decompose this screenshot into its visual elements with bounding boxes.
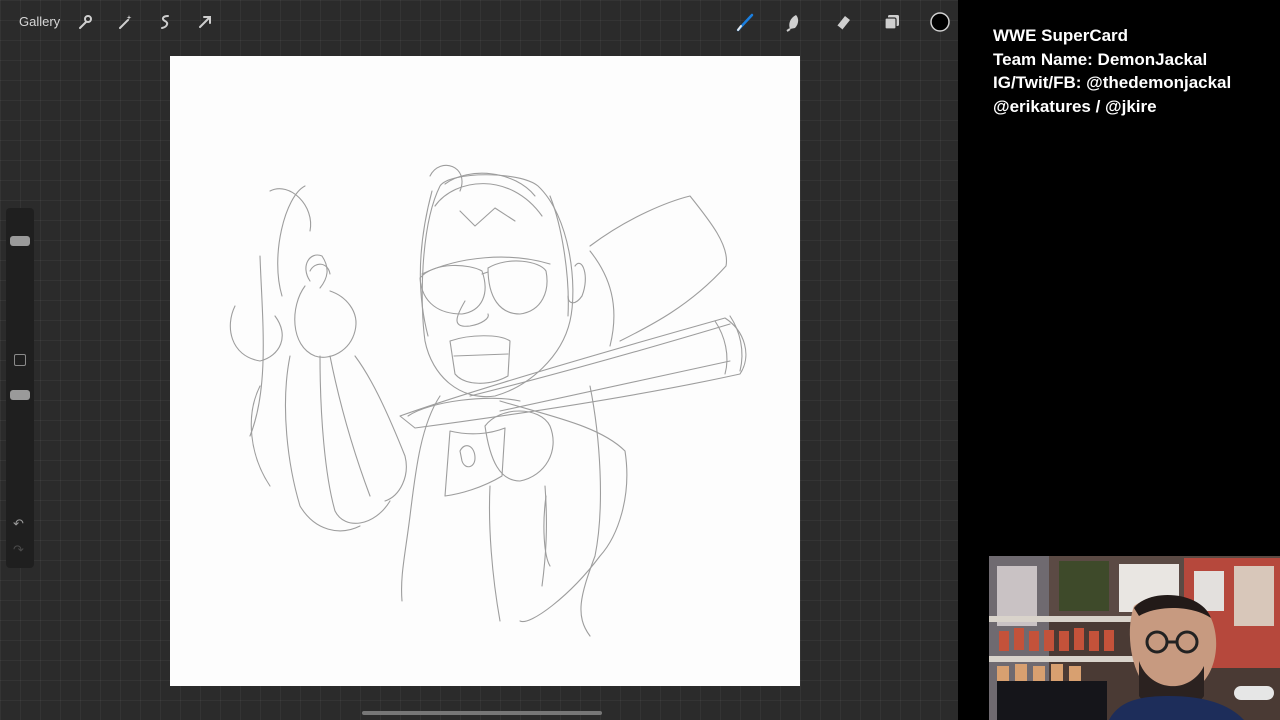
stream-overlay-text: WWE SuperCard Team Name: DemonJackal IG/… (993, 24, 1231, 119)
home-indicator[interactable] (362, 711, 602, 715)
wrench-icon[interactable] (75, 12, 95, 32)
overlay-line-game: WWE SuperCard (993, 26, 1129, 45)
transform-arrow-icon[interactable] (195, 12, 215, 32)
magic-wand-icon[interactable] (115, 12, 135, 32)
opacity-thumb[interactable] (10, 390, 30, 400)
sketch-drawing (229, 164, 747, 637)
brush-size-slider[interactable] (10, 216, 30, 328)
overlay-line-handles: @erikatures / @jkire (993, 97, 1157, 117)
procreate-app: Gallery ↶ ↷ (0, 0, 958, 720)
undo-icon[interactable]: ↶ (13, 516, 24, 532)
redo-icon[interactable]: ↷ (13, 542, 24, 558)
overlay-line-socials: IG/Twit/FB: @thedemonjackal (993, 73, 1232, 93)
smudge-icon[interactable] (784, 12, 804, 32)
gallery-button[interactable]: Gallery (19, 14, 60, 29)
side-slider-panel: ↶ ↷ (6, 208, 34, 568)
top-toolbar: Gallery (0, 0, 958, 44)
overlay-line-team: Team Name: DemonJackal (993, 49, 1208, 69)
drawing-canvas[interactable] (170, 56, 800, 686)
modify-button[interactable] (14, 354, 26, 366)
opacity-slider[interactable] (10, 380, 30, 508)
eraser-icon[interactable] (833, 12, 853, 32)
webcam-feed (989, 556, 1280, 720)
selection-icon[interactable] (155, 12, 175, 32)
brush-size-thumb[interactable] (10, 236, 30, 246)
layers-icon[interactable] (882, 12, 902, 32)
brush-icon[interactable] (735, 12, 755, 32)
color-swatch-icon[interactable] (930, 12, 950, 32)
